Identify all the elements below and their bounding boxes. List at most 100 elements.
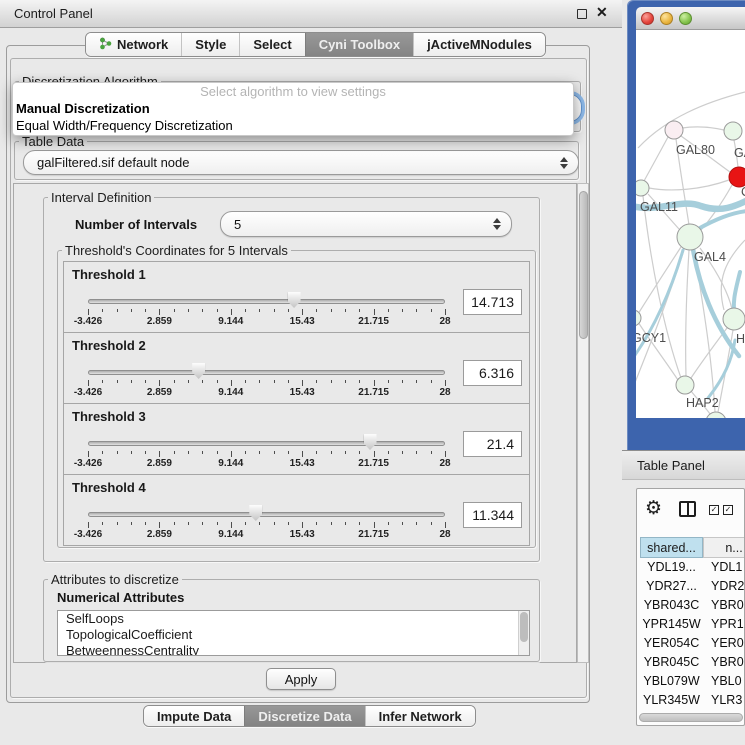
threshold-value-field[interactable]: 14.713 (463, 289, 522, 315)
attributes-legend: Attributes to discretize (48, 572, 182, 587)
checkbox-icon[interactable]: ✓ (709, 505, 719, 515)
column-header-shared-name[interactable]: shared... (640, 537, 703, 558)
tick-mark (102, 309, 103, 312)
slider-handle[interactable] (288, 292, 301, 308)
attributes-scrollbar-thumb[interactable] (520, 612, 528, 642)
network-window-titlebar[interactable] (636, 7, 745, 30)
threshold-panel-1: Threshold 1-3.4262.8599.14415.4321.71528… (63, 261, 530, 333)
tick-mark (431, 451, 432, 454)
network-node-gal11[interactable] (636, 180, 649, 196)
tick-mark (331, 522, 332, 525)
tab-label: Network (117, 37, 168, 52)
network-edge (682, 127, 724, 130)
attribute-list-item[interactable]: TopologicalCoefficient (58, 627, 529, 643)
threshold-panel-4: Threshold 4-3.4262.8599.14415.4321.71528… (63, 474, 530, 546)
tick-mark (202, 522, 203, 525)
slider-track[interactable] (88, 512, 445, 517)
tick-label: 9.144 (218, 529, 243, 540)
cell-shared-name: YDR27... (640, 577, 703, 596)
tick-mark (416, 522, 417, 525)
close-icon[interactable]: ✕ (596, 4, 608, 21)
tab-impute-data[interactable]: Impute Data (144, 706, 244, 726)
table-row[interactable]: YLR345WYLR3 (637, 691, 745, 710)
minimize-traffic-light-icon[interactable] (660, 12, 673, 25)
dropdown-item-manual-discretization[interactable]: Manual Discretization (13, 100, 573, 117)
table-row[interactable]: YBL079WYBL0 (637, 672, 745, 691)
tick-mark (402, 522, 403, 525)
dropdown-item-equal-width[interactable]: Equal Width/Frequency Discretization (13, 117, 573, 134)
attribute-list-item[interactable]: SelfLoops (58, 611, 529, 627)
tick-mark (302, 451, 303, 457)
tick-mark (174, 380, 175, 383)
zoom-traffic-light-icon[interactable] (679, 12, 692, 25)
tick-label: 21.715 (358, 387, 389, 398)
tick-mark (316, 380, 317, 383)
threshold-value-field[interactable]: 11.344 (463, 502, 522, 528)
table-row[interactable]: YDR27...YDR2 (637, 577, 745, 596)
tick-mark (88, 309, 89, 315)
tick-label: -3.426 (74, 458, 102, 469)
network-view-canvas[interactable]: GAL80GACGAL11GAL4GCY1HHAP2 (636, 30, 745, 418)
settings-scrollbar-thumb[interactable] (579, 191, 588, 339)
thresholds-legend: Threshold's Coordinates for 5 Intervals (62, 243, 291, 258)
slider-track[interactable] (88, 441, 445, 446)
network-node-gal4[interactable] (677, 224, 703, 250)
attribute-list-item[interactable]: BetweennessCentrality (58, 643, 529, 656)
tick-mark (117, 380, 118, 383)
tick-mark (359, 309, 360, 312)
network-node-hap2[interactable] (676, 376, 694, 394)
tab-infer-network[interactable]: Infer Network (365, 706, 475, 726)
tick-mark (388, 522, 389, 525)
tick-mark (374, 380, 375, 386)
network-node-selected-red[interactable] (729, 167, 745, 187)
tab-cyni-toolbox[interactable]: Cyni Toolbox (305, 33, 413, 56)
network-node-right-mid[interactable] (723, 308, 745, 330)
tick-mark (217, 522, 218, 525)
cell-name: YDR2 (703, 577, 744, 596)
network-node-top-right[interactable] (724, 122, 742, 140)
tick-mark (259, 522, 260, 525)
gear-icon[interactable]: ⚙ (645, 497, 662, 519)
tick-mark (374, 309, 375, 315)
table-data-combobox[interactable]: galFiltered.sif default node (23, 150, 579, 175)
tick-mark (331, 380, 332, 383)
slider-track[interactable] (88, 370, 445, 375)
threshold-value-field[interactable]: 21.4 (463, 431, 522, 457)
numerical-attributes-list[interactable]: SelfLoopsTopologicalCoefficientBetweenne… (57, 610, 530, 656)
network-node-label: H (736, 332, 745, 346)
column-header-name[interactable]: n... (703, 537, 745, 558)
slider-handle[interactable] (192, 363, 205, 379)
slider-handle[interactable] (249, 505, 262, 521)
tick-label: 2.859 (147, 316, 172, 327)
tick-mark (245, 522, 246, 525)
split-columns-icon[interactable] (679, 501, 696, 517)
network-node-gal80[interactable] (665, 121, 683, 139)
network-icon (99, 37, 112, 53)
table-row[interactable]: YDL19...YDL1 (637, 558, 745, 577)
apply-button[interactable]: Apply (266, 668, 336, 690)
table-row[interactable]: YPR145WYPR1 (637, 615, 745, 634)
tab-jactivemnodules[interactable]: jActiveMNodules (413, 33, 545, 56)
cell-name: YBL0 (703, 672, 742, 691)
tab-style[interactable]: Style (181, 33, 239, 56)
close-traffic-light-icon[interactable] (641, 12, 654, 25)
checkbox-icon[interactable]: ✓ (723, 505, 733, 515)
attributes-scrollbar-track[interactable] (518, 611, 529, 655)
tab-network[interactable]: Network (86, 33, 181, 56)
cell-shared-name: YBL079W (640, 672, 703, 691)
tick-mark (288, 380, 289, 383)
tab-select[interactable]: Select (239, 33, 304, 56)
network-node-gcy1[interactable] (636, 310, 641, 326)
tab-discretize-data[interactable]: Discretize Data (244, 706, 364, 726)
control-panel-title: Control Panel (14, 6, 93, 21)
tick-mark (117, 522, 118, 525)
table-row[interactable]: YER054CYER0 (637, 634, 745, 653)
table-row[interactable]: YBR045CYBR0 (637, 653, 745, 672)
slider-track[interactable] (88, 299, 445, 304)
number-of-intervals-combobox[interactable]: 5 (220, 211, 512, 237)
table-row[interactable]: YBR043CYBR0 (637, 596, 745, 615)
table-hscrollbar-thumb[interactable] (639, 713, 743, 722)
float-window-icon[interactable] (577, 9, 587, 19)
slider-handle[interactable] (364, 434, 377, 450)
threshold-value-field[interactable]: 6.316 (463, 360, 522, 386)
